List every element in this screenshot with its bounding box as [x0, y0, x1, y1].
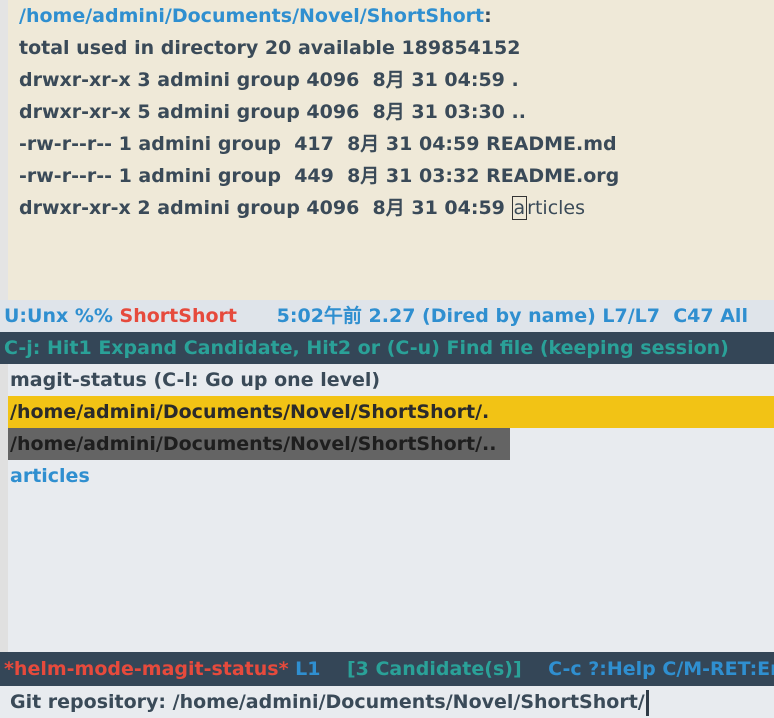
dired-entry-articles-attrs: drwxr-xr-x 2 admini group 4096 8月 31 04:…	[19, 197, 512, 219]
dired-entry-readme-md[interactable]: -rw-r--r-- 1 admini group 417 8月 31 04:5…	[19, 128, 617, 160]
mode-line-buffer-name[interactable]: ShortShort	[120, 305, 237, 327]
helm-buffer-name: *helm-mode-magit-status*	[4, 658, 289, 680]
mode-line-info: 5:02午前 2.27 (Dired by name) L7/L7 C47 Al…	[236, 305, 748, 327]
dired-buffer: /home/admini/Documents/Novel/ShortShort:…	[0, 0, 774, 300]
dired-entry-readme-org[interactable]: -rw-r--r-- 1 admini group 449 8月 31 03:3…	[19, 160, 619, 192]
text-cursor: a	[511, 196, 528, 220]
dired-entry-articles[interactable]: drwxr-xr-x 2 admini group 4096 8月 31 04:…	[19, 192, 585, 224]
helm-help-hint: C-c ?:Help C/M-RET:Empty	[548, 658, 774, 680]
dired-entry-articles-name: rticles	[527, 197, 586, 219]
minibuffer[interactable]: Git repository: /home/admini/Documents/N…	[0, 686, 774, 718]
helm-header: C-j: Hit1 Expand Candidate, Hit2 or (C-u…	[0, 332, 774, 364]
dired-header: /home/admini/Documents/Novel/ShortShort:	[19, 0, 492, 32]
helm-line-number: L1	[288, 658, 321, 680]
helm-candidate-parent-dir[interactable]: /home/admini/Documents/Novel/ShortShort/…	[10, 428, 497, 460]
dired-header-path[interactable]: /home/admini/Documents/Novel/ShortShort	[19, 5, 484, 27]
helm-action-line: magit-status (C-l: Go up one level)	[10, 369, 381, 391]
input-cursor	[645, 689, 649, 716]
dired-entry-dot[interactable]: drwxr-xr-x 3 admini group 4096 8月 31 04:…	[19, 64, 519, 96]
dired-mode-line: U:Unx %% ShortShort 5:02午前 2.27 (Dired b…	[0, 300, 774, 332]
mode-line-encoding: U:Unx %%	[4, 305, 120, 327]
helm-candidate-count: [3 Candidate(s)]	[320, 658, 522, 680]
dired-header-colon: :	[484, 5, 492, 27]
dired-total: total used in directory 20 available 189…	[19, 37, 521, 59]
helm-mode-line: *helm-mode-magit-status* L1 [3 Candidate…	[0, 652, 774, 686]
helm-candidate-articles[interactable]: articles	[10, 460, 90, 492]
minibuffer-input[interactable]: /home/admini/Documents/Novel/ShortShort/	[173, 691, 645, 713]
helm-candidate-current-dir[interactable]: /home/admini/Documents/Novel/ShortShort/…	[10, 396, 489, 428]
dired-entry-dotdot[interactable]: drwxr-xr-x 5 admini group 4096 8月 31 03:…	[19, 96, 526, 128]
minibuffer-prompt: Git repository:	[10, 691, 173, 713]
